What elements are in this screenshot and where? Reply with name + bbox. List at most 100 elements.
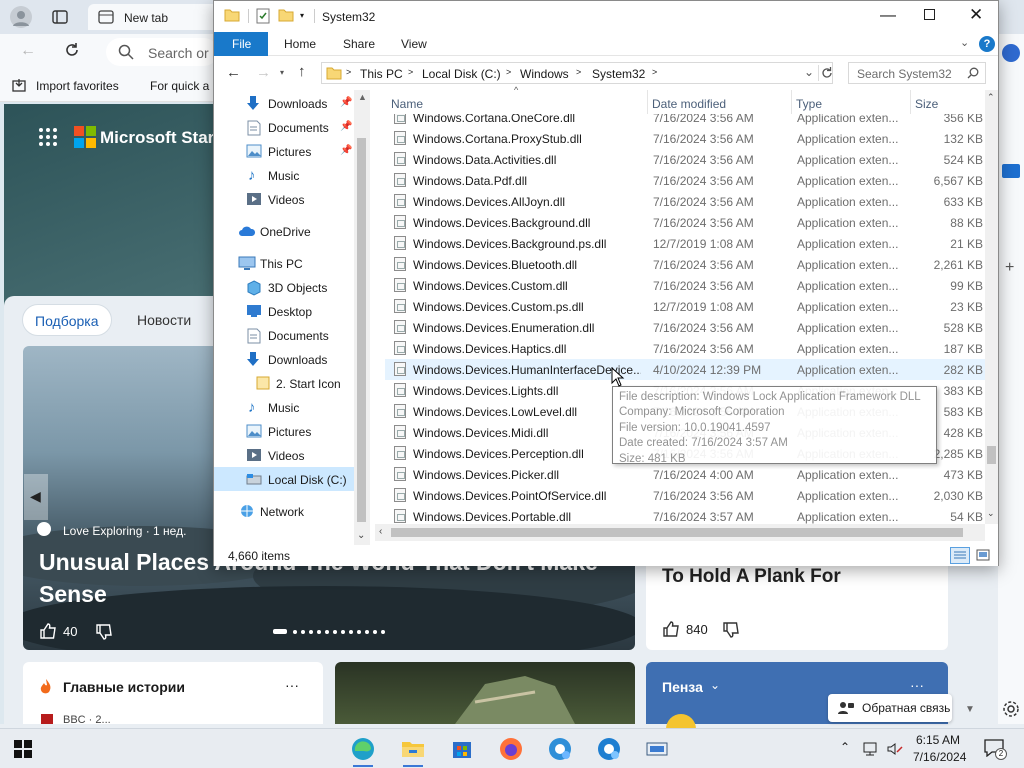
- tab-actions-icon[interactable]: [52, 9, 68, 25]
- maximize-button[interactable]: [924, 9, 935, 20]
- profile-avatar[interactable]: [10, 6, 32, 28]
- file-row[interactable]: Windows.Devices.Background.dll 7/16/2024 …: [385, 212, 985, 233]
- help-icon[interactable]: ?: [979, 36, 995, 52]
- tab-new-tab[interactable]: New tab: [88, 4, 218, 30]
- tab-novosti[interactable]: Новости: [125, 304, 203, 336]
- address-bar[interactable]: Search or: [106, 38, 218, 66]
- tab-file[interactable]: File: [214, 32, 268, 56]
- dislike-icon[interactable]: [722, 621, 740, 639]
- file-explorer-taskbar-icon[interactable]: [397, 733, 429, 767]
- file-row[interactable]: Windows.Devices.Picker.dll 7/16/2024 4:00…: [385, 464, 985, 485]
- scroll-left-icon[interactable]: ‹: [379, 526, 382, 537]
- favorite-link[interactable]: Import favorites: [36, 79, 119, 93]
- search-input[interactable]: Search System32: [848, 62, 986, 84]
- network-status-icon[interactable]: [862, 741, 880, 757]
- news-card-image[interactable]: [335, 662, 635, 724]
- file-row[interactable]: Windows.Cortana.ProxyStub.dll 7/16/2024 3…: [385, 128, 985, 149]
- recent-locations-icon[interactable]: ▾: [280, 68, 284, 77]
- carousel-dots[interactable]: [273, 629, 385, 635]
- file-row[interactable]: Windows.Devices.Bluetooth.dll 7/16/2024 3…: [385, 254, 985, 275]
- breadcrumb-separator-icon[interactable]: >: [576, 67, 581, 77]
- scroll-down-icon[interactable]: ▼: [965, 704, 975, 715]
- outlook-icon[interactable]: [1002, 164, 1020, 178]
- chevron-up-icon[interactable]: ⌃: [840, 740, 850, 754]
- refresh-icon[interactable]: [821, 66, 833, 80]
- tab-view[interactable]: View: [401, 37, 427, 51]
- new-folder-icon[interactable]: [278, 8, 294, 22]
- large-icons-view-button[interactable]: [976, 549, 990, 562]
- scroll-thumb[interactable]: [357, 138, 366, 522]
- carousel-prev-button[interactable]: ◀: [24, 474, 48, 520]
- clock-time[interactable]: 6:15 AM: [916, 733, 960, 747]
- favorite-link[interactable]: For quick a: [150, 79, 209, 93]
- file-row[interactable]: Windows.Devices.Haptics.dll 7/16/2024 3:5…: [385, 338, 985, 359]
- file-row[interactable]: Windows.Devices.PointOfService.dll 7/16/2…: [385, 485, 985, 506]
- expand-ribbon-icon[interactable]: ⌄: [960, 36, 969, 49]
- nav-item-local-disk[interactable]: Local Disk (C:): [214, 467, 354, 491]
- file-row[interactable]: Windows.Devices.Custom.ps.dll 12/7/2019 1…: [385, 296, 985, 317]
- firefox-taskbar-icon[interactable]: [495, 733, 527, 765]
- copilot-icon[interactable]: [1002, 44, 1020, 62]
- add-icon[interactable]: +: [1005, 259, 1014, 277]
- windows-start-icon[interactable]: [14, 740, 32, 758]
- scroll-up-icon[interactable]: ⌃: [987, 92, 995, 103]
- details-view-button[interactable]: [950, 547, 970, 564]
- back-arrow-icon[interactable]: ←: [226, 64, 241, 81]
- tab-home[interactable]: Home: [284, 37, 316, 51]
- file-row[interactable]: Windows.Devices.Portable.dll 7/16/2024 3:…: [385, 506, 985, 524]
- address-dropdown-icon[interactable]: ⌄: [804, 65, 814, 79]
- dislike-icon[interactable]: [95, 623, 113, 641]
- chevron-down-icon[interactable]: ⌄: [710, 678, 720, 692]
- close-button[interactable]: ✕: [969, 5, 983, 25]
- more-options-icon[interactable]: ···: [910, 677, 924, 693]
- store-taskbar-icon[interactable]: [446, 733, 478, 765]
- scroll-thumb[interactable]: [391, 528, 963, 537]
- file-row[interactable]: Windows.Devices.HumanInterfaceDevice... 4…: [385, 359, 985, 380]
- address-bar[interactable]: > This PC > Local Disk (C:) > Windows > …: [321, 62, 833, 84]
- scroll-down-icon[interactable]: ⌄: [987, 508, 995, 519]
- file-row[interactable]: Windows.Data.Activities.dll 7/16/2024 3:5…: [385, 149, 985, 170]
- column-type[interactable]: Type: [796, 97, 822, 111]
- scroll-up-icon[interactable]: ▲: [358, 92, 367, 102]
- breadcrumb-separator-icon[interactable]: >: [652, 67, 657, 77]
- properties-icon[interactable]: [256, 8, 270, 24]
- tab-podborka[interactable]: Подборка: [22, 304, 112, 336]
- forward-arrow-icon[interactable]: →: [256, 64, 271, 81]
- divider[interactable]: [910, 90, 911, 114]
- like-icon[interactable]: [39, 622, 57, 640]
- volume-muted-icon[interactable]: [886, 741, 904, 757]
- news-card-right[interactable]: To Hold A Plank For 840: [646, 560, 948, 650]
- top-stories-card[interactable]: Главные истории ··· BBC · 2...: [23, 662, 323, 726]
- customize-toolbar-icon[interactable]: ▾: [300, 11, 304, 20]
- column-name[interactable]: Name: [391, 97, 423, 111]
- breadcrumb-item[interactable]: This PC: [360, 67, 403, 81]
- divider[interactable]: [647, 90, 648, 114]
- apps-grid-icon[interactable]: [38, 127, 58, 147]
- breadcrumb-separator-icon[interactable]: >: [346, 67, 351, 77]
- file-row[interactable]: Windows.Devices.Enumeration.dll 7/16/2024…: [385, 317, 985, 338]
- network-app-taskbar-icon[interactable]: [641, 733, 673, 765]
- breadcrumb-separator-icon[interactable]: >: [408, 67, 413, 77]
- scroll-down-icon[interactable]: ⌄: [357, 530, 365, 541]
- edge-taskbar-icon[interactable]: [347, 733, 379, 767]
- up-arrow-icon[interactable]: ↑: [298, 63, 306, 80]
- gear-icon[interactable]: [1002, 700, 1020, 718]
- file-row[interactable]: Windows.Devices.Background.ps.dll 12/7/20…: [385, 233, 985, 254]
- column-size[interactable]: Size: [915, 97, 938, 111]
- chrome-taskbar-icon[interactable]: [593, 733, 625, 765]
- minimize-button[interactable]: —: [880, 7, 896, 25]
- vertical-scrollbar[interactable]: ⌃ ⌄: [985, 90, 998, 524]
- back-icon[interactable]: ←: [20, 42, 36, 60]
- clock-date[interactable]: 7/16/2024: [913, 750, 966, 764]
- tab-share[interactable]: Share: [343, 37, 375, 51]
- nav-scrollbar[interactable]: ▲ ⌄: [354, 90, 370, 545]
- file-row[interactable]: Windows.Devices.Custom.dll 7/16/2024 3:56…: [385, 275, 985, 296]
- more-options-icon[interactable]: ···: [285, 677, 299, 693]
- file-row[interactable]: Windows.Devices.AllJoyn.dll 7/16/2024 3:5…: [385, 191, 985, 212]
- divider[interactable]: [791, 90, 792, 114]
- file-row[interactable]: Windows.Data.Pdf.dll 7/16/2024 3:56 AM App…: [385, 170, 985, 191]
- like-icon[interactable]: [662, 620, 680, 638]
- feedback-button[interactable]: Обратная связь: [828, 694, 952, 722]
- file-row[interactable]: Windows.Cortana.OneCore.dll 7/16/2024 3:5…: [385, 114, 985, 128]
- breadcrumb-separator-icon[interactable]: >: [506, 67, 511, 77]
